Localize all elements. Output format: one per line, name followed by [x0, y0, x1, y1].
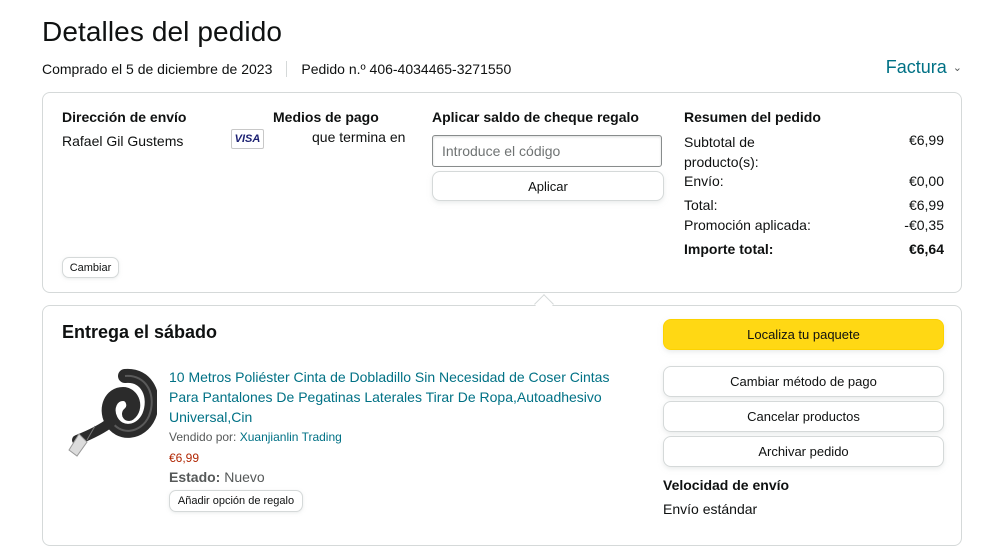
summary-label: Importe total:: [684, 241, 774, 257]
meta-divider: [286, 61, 288, 77]
add-gift-option-button[interactable]: Añadir opción de regalo: [169, 490, 303, 512]
gift-card-title: Aplicar saldo de cheque regalo: [432, 109, 639, 125]
summary-value: -€0,35: [904, 217, 944, 233]
summary-value: €6,99: [908, 197, 944, 213]
summary-label: Promoción aplicada:: [684, 217, 811, 233]
summary-label: Envío:: [684, 173, 724, 189]
order-summary-title: Resumen del pedido: [684, 109, 821, 125]
summary-row-total: Total: €6,99: [684, 197, 944, 213]
purchase-date: Comprado el 5 de diciembre de 2023: [42, 61, 273, 77]
payment-method-title: Medios de pago: [273, 109, 379, 125]
chevron-down-icon: ⌄: [952, 62, 962, 74]
page-title: Detalles del pedido: [42, 16, 283, 47]
condition-label: Estado:: [169, 469, 221, 485]
product-title-link[interactable]: 10 Metros Poliéster Cinta de Dobladillo …: [169, 367, 629, 427]
product-image[interactable]: [65, 364, 157, 464]
gift-code-input[interactable]: [432, 135, 662, 167]
seller-label: Vendido por:: [169, 430, 237, 444]
order-number: Pedido n.º 406-4034465-3271550: [301, 61, 512, 77]
product-price: €6,99: [169, 451, 200, 465]
payment-card-text: que termina en: [312, 129, 406, 145]
order-info-card: Dirección de envío Rafael Gil Gustems Ca…: [42, 92, 962, 293]
summary-value: €6,64: [908, 241, 944, 257]
tape-roll-icon: [68, 368, 157, 457]
summary-row-grand-total: Importe total: €6,64: [684, 241, 944, 257]
summary-value: €0,00: [908, 173, 944, 189]
shipping-speed-title: Velocidad de envío: [663, 477, 790, 493]
shipping-speed-value: Envío estándar: [663, 501, 758, 517]
shipping-name: Rafael Gil Gustems: [62, 133, 184, 149]
summary-row-promotion: Promoción aplicada: -€0,35: [684, 217, 944, 233]
summary-label: Subtotal de producto(s):: [684, 134, 759, 170]
delivery-card: Entrega el sábado 10 Metros Poliéster Ci…: [42, 305, 962, 546]
invoice-dropdown[interactable]: Factura ⌄: [886, 57, 962, 78]
apply-gift-button[interactable]: Aplicar: [432, 171, 664, 201]
summary-row-subtotal: Subtotal de producto(s): €6,99: [684, 132, 944, 172]
shipping-address-title: Dirección de envío: [62, 109, 187, 125]
product-condition: Estado: Nuevo: [169, 469, 265, 485]
cancel-items-button[interactable]: Cancelar productos: [663, 401, 944, 432]
summary-label: Total:: [684, 197, 718, 213]
condition-value: Nuevo: [224, 469, 265, 485]
change-address-button[interactable]: Cambiar: [62, 257, 119, 278]
seller-link[interactable]: Xuanjianlin Trading: [240, 430, 342, 444]
visa-card-icon: VISA: [231, 129, 264, 149]
summary-value: €6,99: [908, 132, 944, 148]
change-payment-method-button[interactable]: Cambiar método de pago: [663, 366, 944, 397]
invoice-label: Factura: [885, 57, 947, 77]
delivery-title: Entrega el sábado: [62, 322, 218, 342]
track-package-button[interactable]: Localiza tu paquete: [663, 319, 944, 350]
summary-row-shipping: Envío: €0,00: [684, 173, 944, 189]
archive-order-button[interactable]: Archivar pedido: [663, 436, 944, 467]
seller-info: Vendido por: Xuanjianlin Trading: [169, 430, 342, 444]
order-meta: Comprado el 5 de diciembre de 2023 Pedid…: [42, 61, 511, 77]
